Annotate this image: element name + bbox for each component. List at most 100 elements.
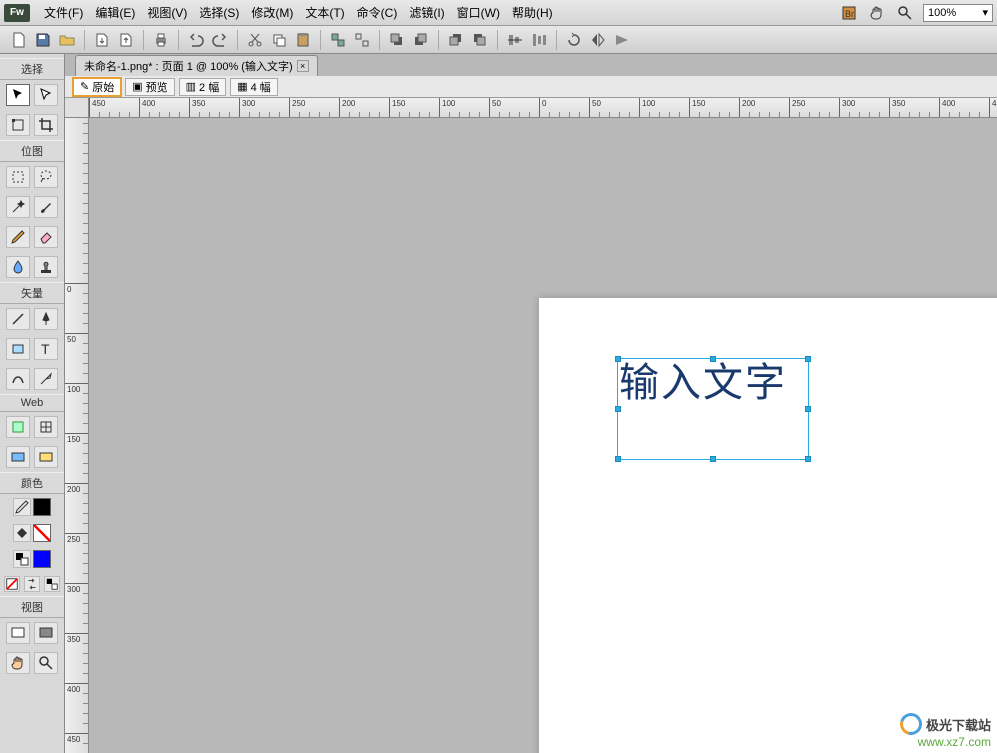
handle-top-left[interactable] bbox=[615, 356, 621, 362]
menu-commands[interactable]: 命令(C) bbox=[351, 4, 404, 21]
distribute-button[interactable] bbox=[528, 29, 550, 51]
view-2up-label: 2 幅 bbox=[199, 79, 219, 95]
zoom-value: 100% bbox=[928, 7, 956, 19]
flip-h-button[interactable] bbox=[587, 29, 609, 51]
view-4up-label: 4 幅 bbox=[251, 79, 271, 95]
freeform-tool[interactable] bbox=[6, 368, 30, 390]
ruler-vertical[interactable]: 050100150200250300350400450 bbox=[65, 118, 89, 753]
text-object[interactable]: 输入文字 bbox=[619, 360, 807, 458]
lasso-tool[interactable] bbox=[34, 166, 58, 188]
open-button[interactable] bbox=[56, 29, 78, 51]
marquee-tool[interactable] bbox=[6, 166, 30, 188]
eraser-tool[interactable] bbox=[34, 226, 58, 248]
swap-colors-swatch[interactable] bbox=[33, 550, 51, 568]
color-mode-icon[interactable] bbox=[44, 576, 60, 592]
pencil-tool[interactable] bbox=[6, 226, 30, 248]
handle-top-right[interactable] bbox=[805, 356, 811, 362]
document-tab[interactable]: 未命名-1.png* : 页面 1 @ 100% (输入文字) × bbox=[75, 55, 318, 76]
handle-bot-right[interactable] bbox=[805, 456, 811, 462]
default-colors[interactable] bbox=[13, 550, 31, 568]
search-icon[interactable] bbox=[895, 3, 915, 23]
flip-v-button[interactable] bbox=[611, 29, 633, 51]
fill-color-swatch[interactable] bbox=[33, 524, 51, 542]
handle-bot-mid[interactable] bbox=[710, 456, 716, 462]
line-tool[interactable] bbox=[6, 308, 30, 330]
canvas[interactable]: 输入文字 bbox=[539, 298, 997, 753]
hotspot-tool[interactable] bbox=[6, 416, 30, 438]
slice-tool[interactable] bbox=[34, 416, 58, 438]
hide-slice-tool[interactable] bbox=[6, 446, 30, 468]
view-preview-button[interactable]: ▣预览 bbox=[125, 78, 174, 96]
view-original-button[interactable]: ✎原始 bbox=[73, 78, 121, 96]
send-backward-button[interactable] bbox=[445, 29, 467, 51]
fill-bucket[interactable] bbox=[13, 524, 31, 542]
brush-tool[interactable] bbox=[34, 196, 58, 218]
export-button[interactable] bbox=[115, 29, 137, 51]
zoom-tool[interactable] bbox=[34, 652, 58, 674]
bring-forward-button[interactable] bbox=[410, 29, 432, 51]
canvas-background[interactable]: 输入文字 bbox=[89, 118, 997, 753]
pen-tool[interactable] bbox=[34, 308, 58, 330]
zoom-select[interactable]: 100%▾ bbox=[923, 4, 993, 22]
hand-tool[interactable] bbox=[6, 652, 30, 674]
magic-wand-tool[interactable] bbox=[6, 196, 30, 218]
copy-button[interactable] bbox=[268, 29, 290, 51]
app-logo: Fw bbox=[4, 4, 30, 22]
menu-select[interactable]: 选择(S) bbox=[193, 4, 245, 21]
ungroup-button[interactable] bbox=[351, 29, 373, 51]
ruler-horizontal[interactable]: 4504003503002502001501005005010015020025… bbox=[89, 98, 997, 118]
paste-button[interactable] bbox=[292, 29, 314, 51]
text-tool[interactable]: T bbox=[34, 338, 58, 360]
fullscreen-tool[interactable] bbox=[34, 622, 58, 644]
rotate-button[interactable] bbox=[563, 29, 585, 51]
knife-tool[interactable] bbox=[34, 368, 58, 390]
undo-button[interactable] bbox=[185, 29, 207, 51]
swap-icon[interactable] bbox=[24, 576, 40, 592]
screen-mode-tool[interactable] bbox=[6, 622, 30, 644]
save-button[interactable] bbox=[32, 29, 54, 51]
view-4up-button[interactable]: ▦ 4 幅 bbox=[230, 78, 278, 96]
tool-group-view: 视图 bbox=[0, 596, 64, 618]
view-2up-button[interactable]: ▥2 幅 bbox=[179, 78, 227, 96]
handle-top-mid[interactable] bbox=[710, 356, 716, 362]
cut-button[interactable] bbox=[244, 29, 266, 51]
blur-tool[interactable] bbox=[6, 256, 30, 278]
stamp-tool[interactable] bbox=[34, 256, 58, 278]
new-file-button[interactable] bbox=[8, 29, 30, 51]
menu-text[interactable]: 文本(T) bbox=[299, 4, 350, 21]
no-color-icon[interactable] bbox=[4, 576, 20, 592]
menu-file[interactable]: 文件(F) bbox=[38, 4, 89, 21]
redo-button[interactable] bbox=[209, 29, 231, 51]
handle-mid-right[interactable] bbox=[805, 406, 811, 412]
align-button[interactable] bbox=[504, 29, 526, 51]
menu-help[interactable]: 帮助(H) bbox=[506, 4, 559, 21]
print-button[interactable] bbox=[150, 29, 172, 51]
handle-bot-left[interactable] bbox=[615, 456, 621, 462]
menu-edit[interactable]: 编辑(E) bbox=[89, 4, 141, 21]
scale-tool[interactable] bbox=[6, 114, 30, 136]
subselect-tool[interactable] bbox=[34, 84, 58, 106]
pointer-tool[interactable] bbox=[6, 84, 30, 106]
group-button[interactable] bbox=[327, 29, 349, 51]
tool-group-select: 选择 bbox=[0, 58, 64, 80]
menu-window[interactable]: 窗口(W) bbox=[451, 4, 506, 21]
main-toolbar bbox=[0, 26, 997, 54]
handle-mid-left[interactable] bbox=[615, 406, 621, 412]
tab-close-icon[interactable]: × bbox=[297, 60, 309, 72]
menu-modify[interactable]: 修改(M) bbox=[245, 4, 299, 21]
show-slice-tool[interactable] bbox=[34, 446, 58, 468]
ruler-corner bbox=[65, 98, 89, 118]
stroke-color-swatch[interactable] bbox=[33, 498, 51, 516]
rectangle-tool[interactable] bbox=[6, 338, 30, 360]
menu-filters[interactable]: 滤镜(I) bbox=[403, 4, 450, 21]
stroke-eyedropper[interactable] bbox=[13, 498, 31, 516]
bridge-icon[interactable]: Br bbox=[839, 3, 859, 23]
hand-icon[interactable] bbox=[867, 3, 887, 23]
split4-icon: ▦ bbox=[237, 80, 247, 93]
menu-view[interactable]: 视图(V) bbox=[141, 4, 193, 21]
watermark-name: 极光下载站 bbox=[926, 715, 991, 734]
bring-front-button[interactable] bbox=[386, 29, 408, 51]
send-back-button[interactable] bbox=[469, 29, 491, 51]
crop-tool[interactable] bbox=[34, 114, 58, 136]
import-button[interactable] bbox=[91, 29, 113, 51]
